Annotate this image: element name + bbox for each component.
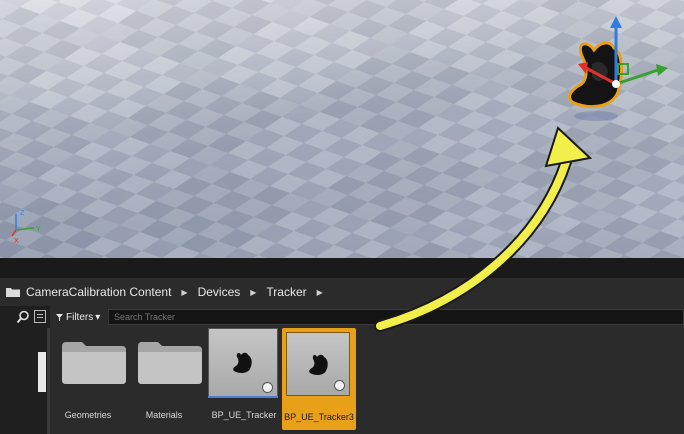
content-browser: CameraCalibration Content ▶ Devices ▶ Tr…: [0, 278, 684, 434]
asset-grid: Geometries Materials BP_UE_Tracker BP_UE…: [50, 328, 684, 434]
view-options-icon[interactable]: [34, 310, 46, 323]
folder-icon: [6, 288, 20, 297]
breadcrumb-item-root[interactable]: CameraCalibration Content: [26, 285, 171, 299]
chevron-down-icon: ▾: [95, 311, 101, 323]
blueprint-badge-icon: [262, 382, 273, 393]
panel-separator: [0, 258, 684, 278]
source-panel-tools: [0, 306, 50, 328]
axis-label-z: Z: [20, 210, 25, 217]
filters-button[interactable]: Filters ▾: [56, 309, 100, 325]
folder-icon: [62, 342, 126, 384]
search-input[interactable]: [108, 309, 684, 325]
asset-tile-materials[interactable]: Materials: [128, 328, 202, 428]
axis-label-x: X: [14, 238, 19, 244]
asset-tile-bp-ue-tracker[interactable]: BP_UE_Tracker: [208, 328, 280, 428]
asset-label: BP_UE_Tracker3: [284, 412, 354, 422]
asset-thumbnail: [286, 332, 350, 396]
breadcrumb-item-devices[interactable]: Devices: [198, 285, 241, 299]
asset-tile-geometries[interactable]: Geometries: [52, 328, 126, 428]
filter-icon: [56, 313, 63, 321]
asset-label: Materials: [145, 410, 183, 420]
transform-gizmo[interactable]: [560, 10, 680, 100]
breadcrumb: CameraCalibration Content ▶ Devices ▶ Tr…: [0, 278, 684, 306]
breadcrumb-item-tracker[interactable]: Tracker: [266, 285, 306, 299]
filters-label: Filters: [66, 311, 94, 323]
scrollbar-thumb[interactable]: [38, 352, 46, 392]
asset-tile-bp-ue-tracker3[interactable]: BP_UE_Tracker3: [282, 328, 356, 430]
blueprint-badge-icon: [334, 380, 345, 391]
asset-type-bar: [208, 396, 278, 398]
search-icon[interactable]: [16, 310, 30, 324]
content-toolbar: Filters ▾: [0, 306, 684, 328]
breadcrumb-arrow-icon[interactable]: ▶: [317, 288, 323, 297]
sources-panel: [0, 328, 50, 434]
asset-thumbnail: [208, 328, 278, 398]
breadcrumb-arrow-icon[interactable]: ▶: [250, 288, 256, 297]
tracker-icon: [309, 354, 328, 376]
folder-icon: [138, 342, 202, 384]
asset-label: BP_UE_Tracker: [211, 410, 277, 420]
tracker-icon: [233, 352, 252, 374]
breadcrumb-arrow-icon[interactable]: ▶: [181, 288, 187, 297]
axis-indicator: Z Y X: [11, 210, 41, 244]
axis-label-y: Y: [36, 226, 41, 233]
asset-label: Geometries: [64, 410, 112, 420]
level-viewport[interactable]: Z Y X: [0, 0, 684, 258]
